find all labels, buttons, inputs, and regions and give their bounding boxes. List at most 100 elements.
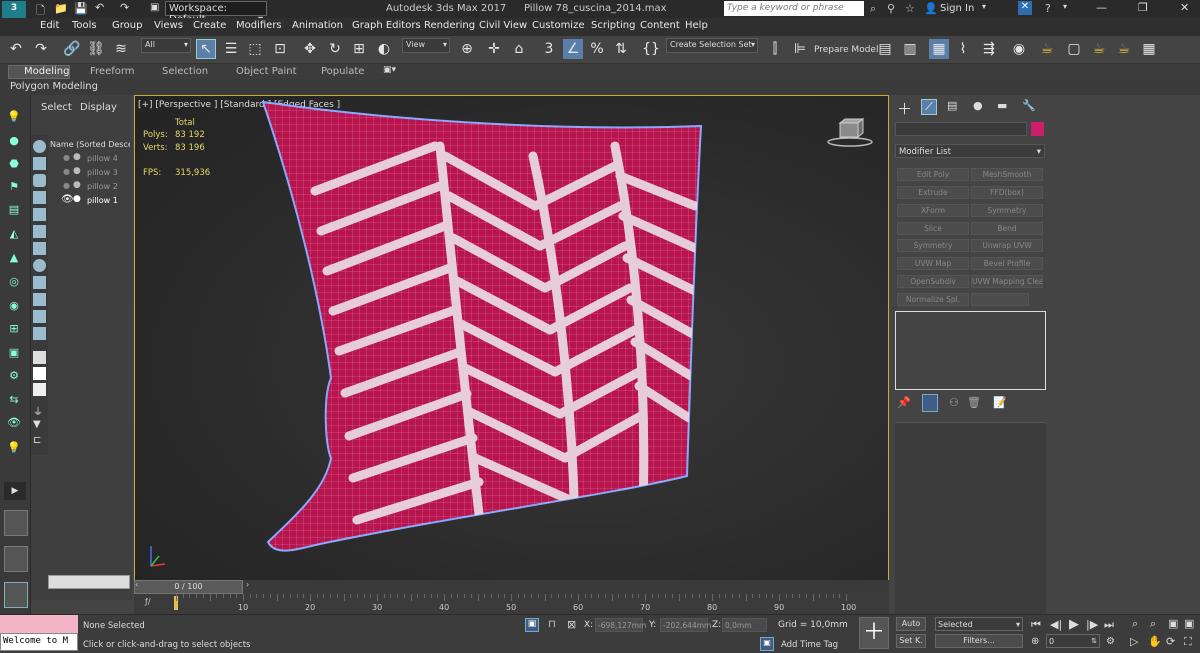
- eye-icon[interactable]: 👁: [6, 415, 22, 429]
- menu-content[interactable]: Content: [640, 20, 680, 31]
- select-manipulate-icon[interactable]: ✛: [484, 39, 504, 59]
- polygon-modeling-label[interactable]: Polygon Modeling: [10, 81, 98, 92]
- auto-key-button[interactable]: Auto: [896, 617, 926, 631]
- previous-frame-icon[interactable]: ◀|: [1050, 618, 1062, 631]
- track-bar[interactable]: ƒ∕ 10 20 30 40 50 60 70 80 90 100: [134, 594, 889, 614]
- percent-snap-icon[interactable]: %: [587, 39, 607, 59]
- viewport-layout-3[interactable]: [4, 582, 28, 608]
- next-frame-icon[interactable]: |▶: [1086, 618, 1098, 631]
- reference-coord-dropdown[interactable]: View ▾: [402, 38, 450, 53]
- maximize-button[interactable]: ❐: [1138, 1, 1148, 14]
- filter-xrefs-icon[interactable]: [33, 259, 46, 272]
- chevron-left-icon[interactable]: ‹: [135, 580, 138, 589]
- viewport-layout-1[interactable]: [4, 510, 28, 536]
- modifier-edit-poly-button[interactable]: Edit Poly: [897, 168, 969, 181]
- filter-invert-icon[interactable]: [33, 383, 46, 396]
- select-by-name-icon[interactable]: ☰: [221, 39, 241, 59]
- menu-scripting[interactable]: Scripting: [591, 20, 635, 31]
- modifier-bend-button[interactable]: Bend: [971, 222, 1043, 235]
- filter-lights-icon[interactable]: [33, 174, 46, 187]
- modifier-list-dropdown[interactable]: Modifier List ▾: [895, 144, 1045, 158]
- filter-helpers-icon[interactable]: [33, 208, 46, 221]
- eye-icon[interactable]: 👁: [61, 194, 74, 205]
- render-production-icon[interactable]: ☕: [1089, 39, 1109, 59]
- go-to-start-icon[interactable]: ⏮: [1031, 618, 1041, 632]
- modifier-opensubdiv-button[interactable]: OpenSubdiv: [897, 275, 969, 288]
- named-selection-dropdown[interactable]: Create Selection Set ▾: [666, 38, 758, 53]
- redo-icon[interactable]: ↷: [120, 1, 129, 14]
- filter-shapes-icon[interactable]: [33, 157, 46, 170]
- field-of-view-icon[interactable]: ▷: [1130, 635, 1138, 648]
- workspace-dropdown[interactable]: Workspace: Default▾: [165, 1, 267, 25]
- menu-edit[interactable]: Edit: [40, 20, 59, 31]
- menu-animation[interactable]: Animation: [292, 20, 343, 31]
- place-icon[interactable]: ◐: [374, 39, 394, 59]
- modifier-empty-button[interactable]: [971, 293, 1029, 306]
- x-coordinate-field[interactable]: -698,127mm: [595, 618, 646, 632]
- modifier-meshsmooth-button[interactable]: MeshSmooth: [971, 168, 1043, 181]
- render-setup-icon[interactable]: ☕: [1037, 39, 1057, 59]
- name-column-header[interactable]: Name (Sorted Descending): [50, 140, 130, 149]
- scene-tab-select[interactable]: Select: [41, 102, 72, 113]
- eye-icon[interactable]: ●: [63, 153, 70, 162]
- tab-selection[interactable]: Selection: [162, 66, 208, 77]
- project-icon[interactable]: ▣: [150, 2, 159, 13]
- zoom-extents-all-icon[interactable]: ▣: [1184, 617, 1194, 630]
- remove-modifier-icon[interactable]: 🗑: [967, 396, 981, 409]
- absolute-mode-icon[interactable]: ⊠: [567, 618, 576, 631]
- align-icon[interactable]: ⊫: [790, 39, 810, 59]
- scene-scrollbar[interactable]: [48, 575, 130, 589]
- add-time-tag[interactable]: Add Time Tag: [781, 640, 838, 650]
- modifier-symmetry-button[interactable]: Symmetry: [971, 204, 1043, 217]
- maxscript-mini-listener[interactable]: Welcome to M: [0, 633, 78, 651]
- filter-none-icon[interactable]: [33, 367, 46, 380]
- minimize-button[interactable]: —: [1096, 1, 1107, 14]
- object-color-swatch[interactable]: [1031, 122, 1044, 136]
- scene-tab-display[interactable]: Display: [80, 102, 117, 113]
- menu-help[interactable]: Help: [685, 20, 708, 31]
- link-icon[interactable]: 🔗: [62, 39, 82, 59]
- selection-lock-icon[interactable]: ▣: [525, 618, 539, 632]
- perspective-viewport[interactable]: [+] [Perspective ] [Standard ] [Edged Fa…: [134, 95, 889, 581]
- tab-populate[interactable]: Populate: [321, 66, 364, 77]
- modifier-stack[interactable]: [895, 311, 1046, 390]
- rendered-frame-icon[interactable]: ▢: [1064, 39, 1084, 59]
- select-object-icon[interactable]: ↖: [196, 39, 216, 59]
- undo-icon[interactable]: ↶: [95, 1, 104, 14]
- schematic-view-icon[interactable]: ⇶: [979, 39, 999, 59]
- filter-spacewarps-icon[interactable]: [33, 225, 46, 238]
- open-file-icon[interactable]: 📁: [54, 2, 68, 15]
- filter-all-icon[interactable]: [33, 351, 46, 364]
- curve-editor-mini-icon[interactable]: ƒ∕: [145, 597, 151, 606]
- make-unique-icon[interactable]: ⚇: [949, 396, 959, 409]
- menu-views[interactable]: Views: [154, 20, 183, 31]
- filter-bones-icon[interactable]: [33, 276, 46, 289]
- create-cameras-icon[interactable]: ⚑: [6, 179, 22, 193]
- menu-rendering[interactable]: Rendering: [424, 20, 475, 31]
- list-item[interactable]: 👁 ● pillow 1: [60, 194, 130, 207]
- save-icon[interactable]: 💾: [74, 2, 88, 15]
- prepare-model-label[interactable]: Prepare Model: [814, 45, 878, 55]
- render-cloud-icon[interactable]: ▦: [1139, 39, 1159, 59]
- display-icon[interactable]: ⊞: [6, 321, 22, 335]
- material-editor-icon[interactable]: ◉: [1009, 39, 1029, 59]
- filter-cameras-icon[interactable]: [33, 191, 46, 204]
- hierarchy-icon[interactable]: ◎: [6, 274, 22, 288]
- create-shapes-icon[interactable]: ⬣: [6, 156, 22, 170]
- layer-explorer-icon[interactable]: ▥: [900, 39, 920, 59]
- keyboard-shortcut-icon[interactable]: ⌂: [509, 39, 529, 59]
- show-end-result-icon[interactable]: [922, 394, 938, 412]
- systems-icon[interactable]: ▲: [6, 250, 22, 264]
- configure-modifier-icon[interactable]: 📝: [993, 396, 1007, 409]
- utilities-tab-icon[interactable]: 🔧: [1022, 99, 1036, 112]
- modifier-slice-button[interactable]: Slice: [897, 222, 969, 235]
- modifier-symmetry2-button[interactable]: Symmetry: [897, 239, 969, 252]
- set-key-big-icon[interactable]: ＋: [859, 617, 889, 649]
- viewport-layout-2[interactable]: [4, 546, 28, 572]
- rotate-icon[interactable]: ↻: [325, 39, 345, 59]
- modifier-ffd-button[interactable]: FFD(box): [971, 186, 1043, 199]
- y-coordinate-field[interactable]: -202,644mm: [660, 618, 711, 632]
- time-tag-icon[interactable]: ▣: [760, 637, 774, 651]
- modifier-bevel-profile-button[interactable]: Bevel Profile: [971, 257, 1043, 270]
- tab-object-paint[interactable]: Object Paint: [236, 66, 297, 77]
